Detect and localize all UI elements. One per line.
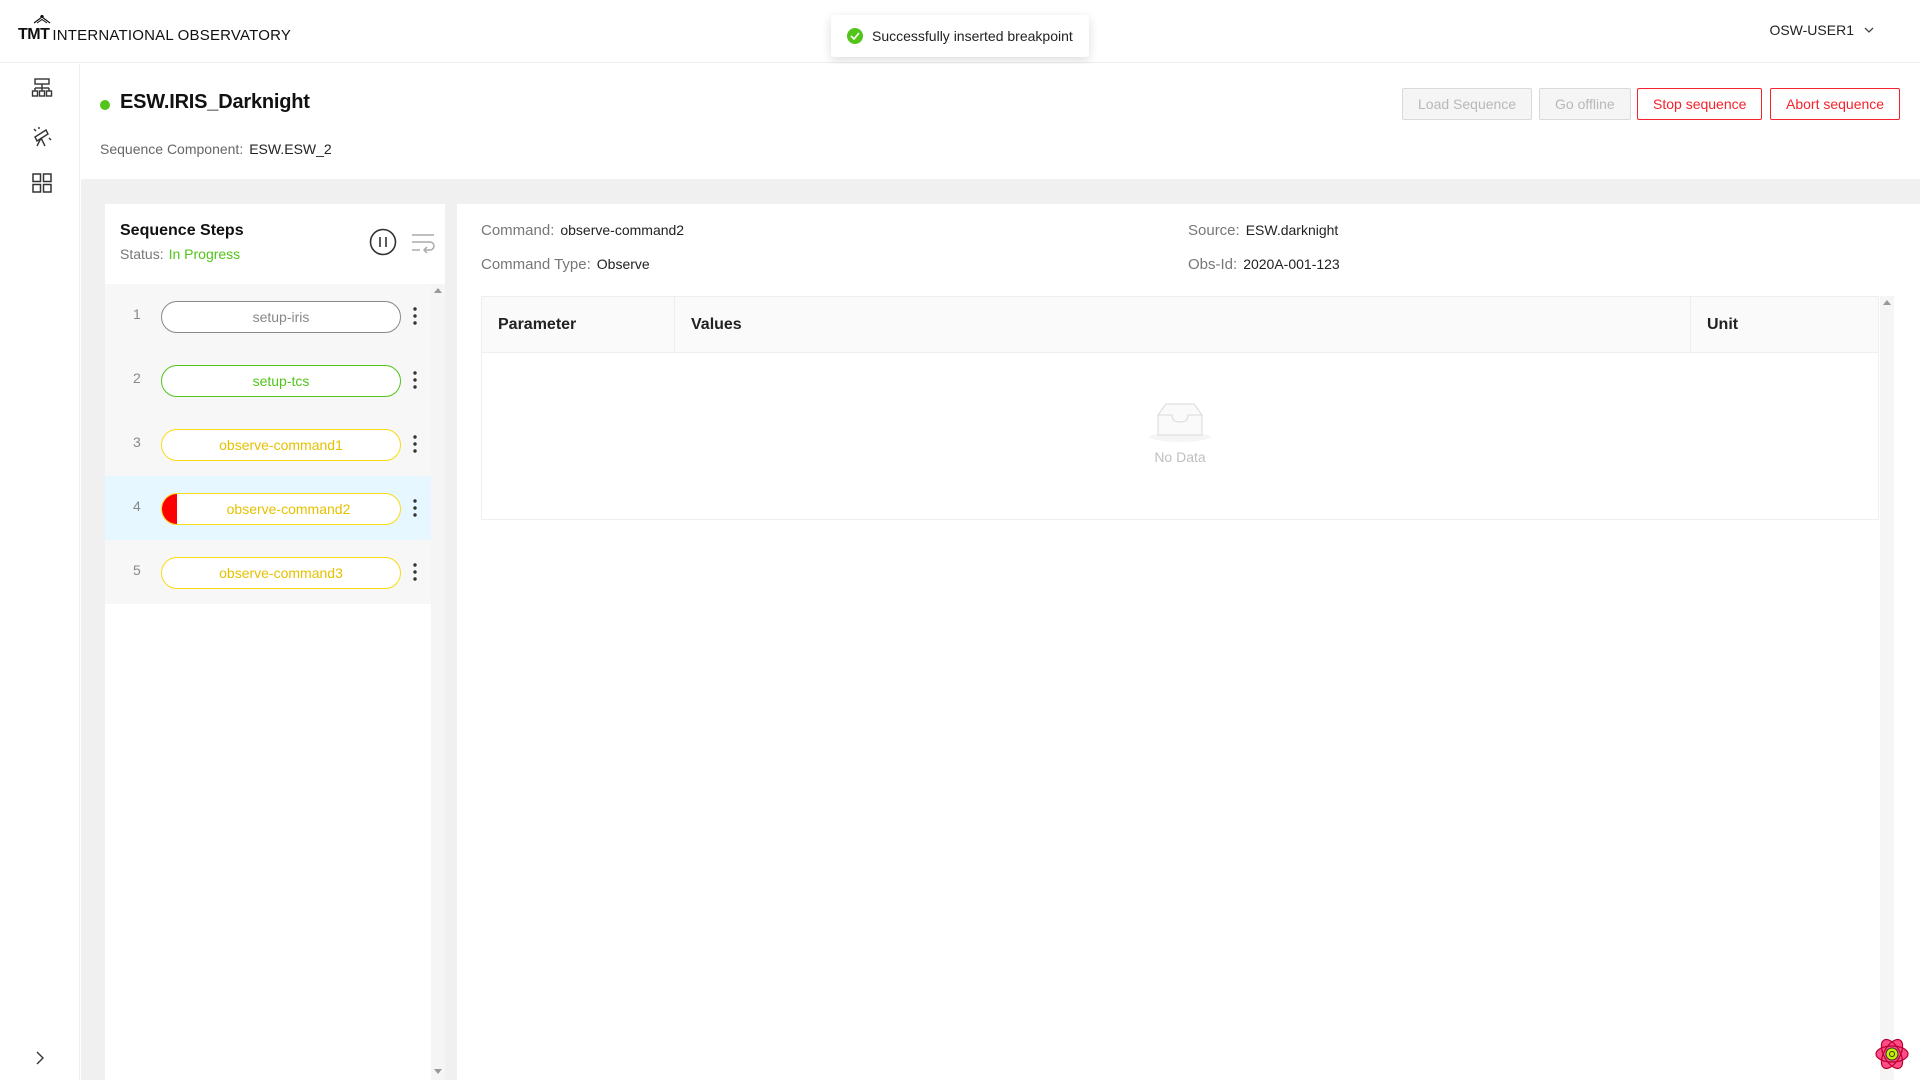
steps-status-value: In Progress (168, 246, 241, 262)
sequence-component-value: ESW.ESW_2 (249, 141, 332, 157)
parameters-table-wrapper: Parameter Values Unit No Data (481, 296, 1894, 1080)
steps-title: Sequence Steps (120, 222, 244, 239)
step-label: setup-iris (252, 309, 310, 325)
step-number: 2 (133, 370, 141, 386)
table-header: Parameter Values Unit (482, 297, 1878, 353)
logo-mark-text: TMT (18, 26, 50, 43)
load-sequence-button[interactable]: Load Sequence (1402, 88, 1533, 120)
scroll-down-icon[interactable] (434, 1069, 442, 1074)
sequencer-status-dot (100, 100, 110, 110)
step-number: 1 (133, 306, 141, 322)
reorder-icon[interactable] (411, 232, 435, 254)
go-offline-button[interactable]: Go offline (1539, 88, 1631, 120)
more-vertical-icon[interactable] (407, 368, 423, 392)
command-type-value: Observe (596, 256, 650, 272)
breakpoint-marker[interactable] (162, 494, 177, 524)
column-unit: Unit (1707, 316, 1739, 333)
pause-icon[interactable] (369, 228, 397, 256)
empty-inbox-icon (1150, 403, 1210, 442)
step-button[interactable]: setup-iris (161, 301, 401, 333)
step-row[interactable]: 1 setup-iris (105, 284, 441, 348)
more-vertical-icon[interactable] (407, 304, 423, 328)
step-button[interactable]: observe-command2 (161, 493, 401, 525)
step-number: 5 (133, 562, 141, 578)
source-label: Source: (1188, 222, 1240, 239)
toast-message: Successfully inserted breakpoint (872, 28, 1073, 44)
source-field: Source: ESW.darknight (1188, 222, 1338, 239)
telescope-icon[interactable] (30, 125, 54, 149)
check-circle-icon (847, 28, 863, 44)
steps-status-label: Status: (120, 246, 164, 262)
chevron-right-icon[interactable] (30, 1048, 50, 1068)
command-type-label: Command Type: (481, 256, 591, 273)
empty-state: No Data (482, 401, 1878, 465)
step-label: observe-command1 (219, 437, 343, 453)
table-scrollbar[interactable] (1880, 296, 1894, 1080)
grid-icon[interactable] (30, 171, 54, 195)
scroll-up-icon[interactable] (1883, 300, 1891, 305)
tmt-logo[interactable]: TMT INTERNATIONAL OBSERVATORY (18, 14, 291, 44)
scroll-up-icon[interactable] (434, 288, 442, 293)
step-button[interactable]: observe-command3 (161, 557, 401, 589)
steps-list: 1 setup-iris 2 setup-tcs 3 observe-command1 4 o… (105, 284, 445, 1080)
stop-sequence-button[interactable]: Stop sequence (1637, 88, 1763, 120)
abort-sequence-button[interactable]: Abort sequence (1770, 88, 1901, 120)
sequence-component-label: Sequence Component: (100, 141, 244, 157)
sitemap-icon[interactable] (30, 76, 54, 100)
column-parameter: Parameter (498, 316, 577, 333)
step-row[interactable]: 5 observe-command3 (105, 540, 441, 604)
react-query-devtools-icon[interactable] (1872, 1034, 1912, 1074)
command-label: Command: (481, 222, 555, 239)
command-value: observe-command2 (560, 222, 685, 238)
obs-id-label: Obs-Id: (1188, 256, 1238, 273)
sidebar-nav (0, 64, 80, 1080)
sequencer-title: ESW.IRIS_Darknight (120, 91, 310, 113)
parameters-table: Parameter Values Unit No Data (481, 296, 1879, 520)
more-vertical-icon[interactable] (407, 496, 423, 520)
user-menu[interactable]: OSW-USER1 (1769, 22, 1874, 38)
step-label: observe-command3 (219, 565, 343, 581)
step-row[interactable]: 4 observe-command2 (105, 476, 441, 540)
chevron-down-icon (1864, 27, 1874, 33)
step-button[interactable]: setup-tcs (161, 365, 401, 397)
command-type-field: Command Type: Observe (481, 256, 650, 273)
obs-id-field: Obs-Id: 2020A-001-123 (1188, 256, 1340, 273)
sequence-steps-panel: Sequence Steps Status: In Progress 1 setup… (105, 204, 445, 1080)
step-details-panel: Command: observe-command2 Command Type: Ob… (457, 204, 1920, 1080)
step-row[interactable]: 3 observe-command1 (105, 412, 441, 476)
step-number: 4 (133, 498, 141, 514)
source-value: ESW.darknight (1245, 222, 1339, 238)
observatory-logo-icon (33, 15, 51, 24)
main-content: ESW.IRIS_Darknight Sequence Component: ES… (81, 64, 1920, 1080)
step-label: setup-tcs (252, 373, 310, 389)
logo-mark: TMT (18, 15, 51, 44)
steps-status: Status: In Progress (120, 246, 240, 262)
more-vertical-icon[interactable] (407, 560, 423, 584)
sequence-component: Sequence Component: ESW.ESW_2 (100, 141, 332, 157)
more-vertical-icon[interactable] (407, 432, 423, 456)
step-row[interactable]: 2 setup-tcs (105, 348, 441, 412)
logo-text: INTERNATIONAL OBSERVATORY (52, 27, 292, 44)
command-field: Command: observe-command2 (481, 222, 684, 239)
empty-text: No Data (1154, 449, 1206, 465)
step-number: 3 (133, 434, 141, 450)
steps-scrollbar[interactable] (431, 284, 445, 1080)
column-values: Values (691, 316, 742, 333)
step-label: observe-command2 (226, 501, 351, 517)
user-name: OSW-USER1 (1769, 22, 1854, 38)
obs-id-value: 2020A-001-123 (1243, 256, 1340, 272)
sequencer-header: ESW.IRIS_Darknight Sequence Component: ES… (81, 64, 1920, 179)
step-button[interactable]: observe-command1 (161, 429, 401, 461)
success-toast: Successfully inserted breakpoint (831, 15, 1089, 57)
